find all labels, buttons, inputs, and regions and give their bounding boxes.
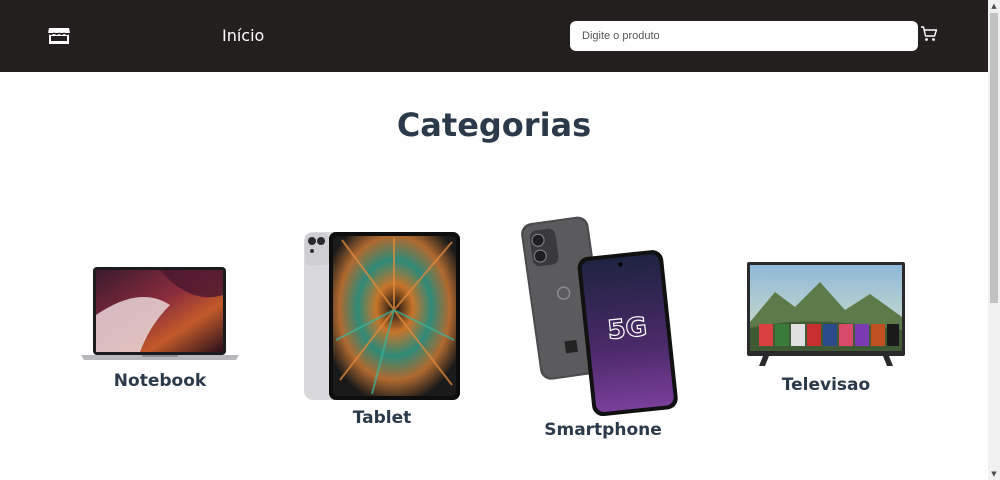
television-image	[747, 262, 905, 366]
store-icon[interactable]	[47, 26, 71, 46]
page-title: Categorias	[396, 106, 592, 144]
category-label: Tablet	[352, 408, 412, 428]
category-card-smartphone[interactable]: 5G Smartphone	[518, 216, 688, 444]
smartphone-image: 5G	[521, 216, 678, 416]
navbar: Início	[0, 0, 988, 72]
scrollbar-thumb[interactable]	[990, 13, 998, 303]
category-label: Notebook	[113, 371, 207, 391]
category-label: Smartphone	[544, 420, 662, 440]
smartphone-screen-5g-text: 5G	[606, 312, 648, 346]
category-card-televisao[interactable]: Televisao	[745, 262, 907, 398]
category-card-notebook[interactable]: Notebook	[80, 265, 240, 395]
scroll-up-arrow-icon[interactable]: ▲	[988, 0, 1000, 12]
tablet-image	[304, 232, 460, 400]
page: Início Categorias N	[0, 0, 1000, 480]
category-label: Televisao	[781, 375, 871, 395]
nav-link-home[interactable]: Início	[222, 26, 264, 45]
search-input[interactable]	[570, 21, 918, 51]
cart-icon[interactable]	[920, 26, 938, 42]
category-card-tablet[interactable]: Tablet	[302, 230, 462, 430]
vertical-scrollbar[interactable]: ▲ ▼	[988, 0, 1000, 480]
laptop-image	[81, 267, 239, 360]
scroll-down-arrow-icon[interactable]: ▼	[988, 468, 1000, 480]
